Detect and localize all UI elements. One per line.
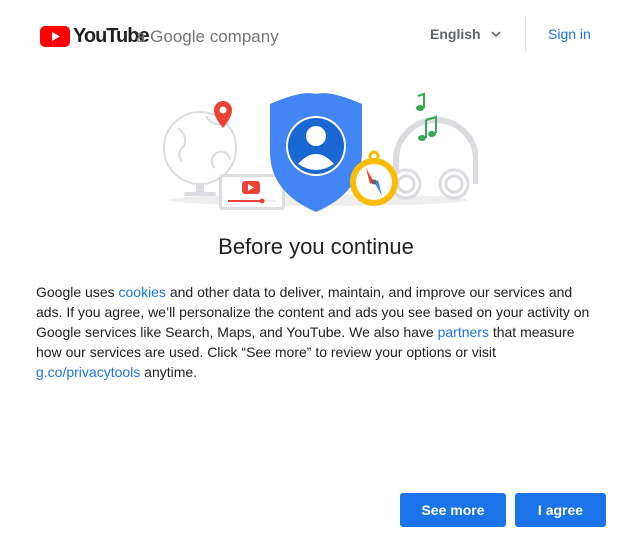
youtube-logo[interactable]: YouTube (40, 24, 150, 48)
header: YouTube a Google company English Sign in (0, 0, 632, 70)
consent-illustration (163, 92, 478, 212)
video-player-icon (219, 174, 285, 210)
partners-link[interactable]: partners (438, 324, 489, 340)
chevron-down-icon (491, 31, 501, 38)
youtube-play-icon (40, 25, 70, 47)
language-select[interactable]: English (420, 18, 512, 50)
page-title: Before you continue (218, 234, 414, 259)
cookies-link[interactable]: cookies (119, 284, 166, 300)
company-tagline: a Google company (136, 27, 279, 46)
text-segment: anytime. (140, 364, 198, 380)
consent-description: Google uses cookies and other data to de… (36, 282, 596, 382)
header-divider (525, 17, 526, 51)
see-more-button[interactable]: See more (400, 493, 506, 527)
agree-button[interactable]: I agree (515, 493, 606, 527)
language-selected: English (430, 26, 481, 42)
text-segment: Google uses (36, 284, 119, 300)
consent-page: YouTube a Google company English Sign in (0, 0, 632, 540)
sign-in-link[interactable]: Sign in (548, 26, 591, 42)
music-note-icon (416, 92, 437, 141)
privacytools-link[interactable]: g.co/privacytools (36, 364, 140, 380)
